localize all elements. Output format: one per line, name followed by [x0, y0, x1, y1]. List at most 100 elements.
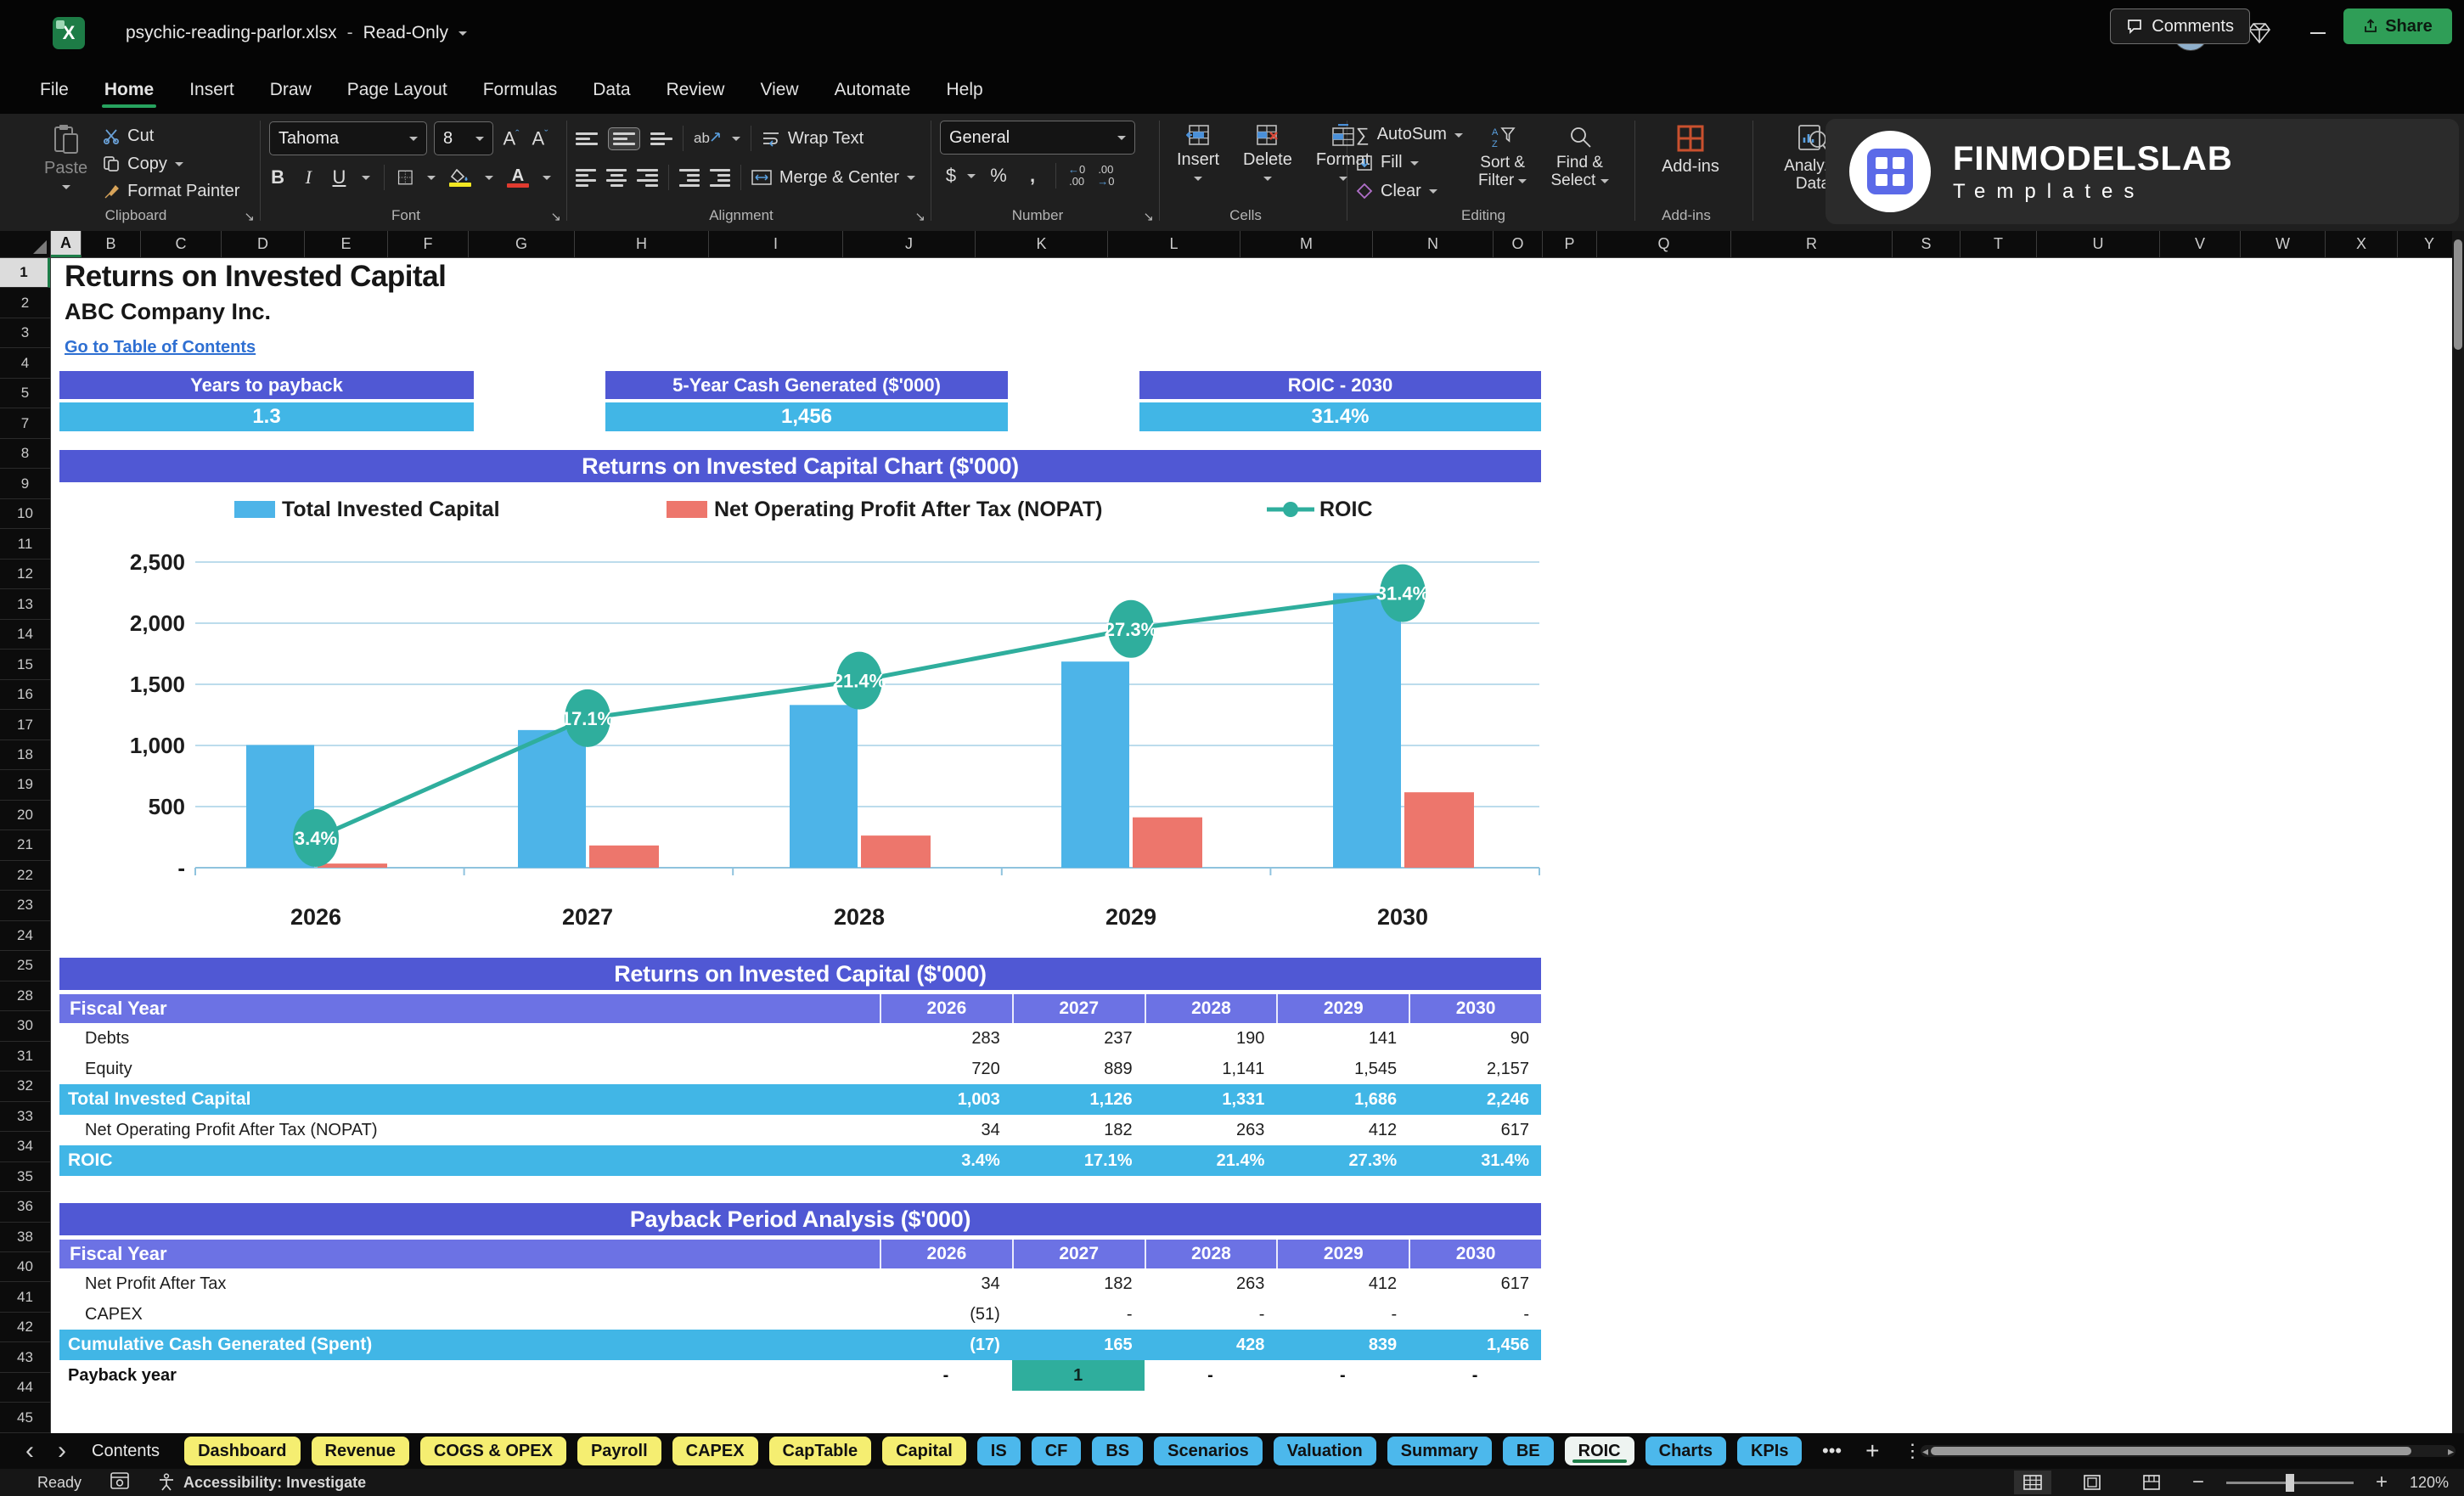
clear-button[interactable]: Clear	[1356, 179, 1463, 204]
cell[interactable]: -	[1012, 1299, 1145, 1330]
decrease-font-icon[interactable]: Aˇ	[529, 127, 551, 149]
zoom-level[interactable]: 120%	[2410, 1474, 2449, 1492]
cell[interactable]: 31.4%	[1409, 1145, 1541, 1176]
ribbon-tab-page-layout[interactable]: Page Layout	[329, 66, 465, 114]
row-header-44[interactable]: 44	[0, 1373, 50, 1403]
autosum-button[interactable]: ∑ AutoSum	[1356, 122, 1463, 147]
row-header-38[interactable]: 38	[0, 1223, 50, 1252]
cell[interactable]: 889	[1012, 1054, 1145, 1084]
table-row[interactable]: Payback year -1- - -	[59, 1360, 1541, 1391]
more-tabs-icon[interactable]: •••	[1822, 1440, 1842, 1462]
sheet-tab-kpis[interactable]: KPIs	[1736, 1437, 1803, 1465]
align-left-icon[interactable]	[576, 168, 597, 187]
scroll-right-arrow[interactable]: ▸	[2448, 1445, 2454, 1457]
cell[interactable]: 1,331	[1145, 1084, 1277, 1115]
sheet-tab-summary[interactable]: Summary	[1387, 1437, 1492, 1465]
addins-button[interactable]: Add-ins	[1653, 121, 1728, 204]
sheet-tab-cf[interactable]: CF	[1031, 1437, 1082, 1465]
font-name-select[interactable]: Tahoma	[269, 121, 427, 155]
merge-center-button[interactable]: Merge & Center	[751, 165, 915, 190]
cell[interactable]: 182	[1012, 1268, 1145, 1299]
column-header-f[interactable]: F	[388, 231, 469, 257]
accounting-format-icon[interactable]: $	[940, 165, 962, 187]
column-header-g[interactable]: G	[469, 231, 575, 257]
format-painter-button[interactable]: Format Painter	[103, 179, 239, 204]
ribbon-tab-home[interactable]: Home	[87, 66, 172, 114]
row-header-19[interactable]: 19	[0, 770, 50, 801]
cell[interactable]: 1	[1011, 1360, 1145, 1391]
cell[interactable]: 412	[1276, 1115, 1409, 1145]
align-right-icon[interactable]	[637, 168, 658, 187]
cell[interactable]: 428	[1145, 1330, 1277, 1360]
column-header-j[interactable]: J	[843, 231, 976, 257]
column-header-m[interactable]: M	[1240, 231, 1373, 257]
cell[interactable]: 34	[880, 1115, 1012, 1145]
row-header-12[interactable]: 12	[0, 560, 50, 590]
ribbon-tab-formulas[interactable]: Formulas	[465, 66, 576, 114]
column-header-n[interactable]: N	[1373, 231, 1494, 257]
row-header-31[interactable]: 31	[0, 1042, 50, 1072]
paste-button[interactable]: Paste	[36, 121, 96, 204]
sheet-tab-bs[interactable]: BS	[1092, 1437, 1144, 1465]
cell[interactable]: 1,141	[1145, 1054, 1277, 1084]
cell[interactable]: 263	[1145, 1268, 1277, 1299]
increase-decimal-icon[interactable]: ←0.00	[1068, 164, 1085, 188]
column-header-c[interactable]: C	[141, 231, 222, 257]
table-row[interactable]: Cumulative Cash Generated (Spent) (17) 165…	[59, 1330, 1541, 1360]
table-row[interactable]: Total Invested Capital 1,003 1,126 1,331 1,6…	[59, 1084, 1541, 1115]
ribbon-tab-data[interactable]: Data	[575, 66, 648, 114]
sheet-tab-revenue[interactable]: Revenue	[311, 1437, 409, 1465]
fill-color-button[interactable]	[448, 168, 471, 187]
sheet-tab-dashboard[interactable]: Dashboard	[184, 1437, 301, 1465]
row-header-16[interactable]: 16	[0, 680, 50, 711]
row-header-42[interactable]: 42	[0, 1313, 50, 1343]
column-header-o[interactable]: O	[1494, 231, 1543, 257]
cell[interactable]: 141	[1276, 1023, 1409, 1054]
cell[interactable]: 190	[1145, 1023, 1277, 1054]
decrease-decimal-icon[interactable]: .00 →0	[1097, 164, 1114, 188]
font-size-select[interactable]: 8	[434, 121, 493, 155]
cell[interactable]: 617	[1409, 1115, 1541, 1145]
cell[interactable]: (17)	[880, 1330, 1012, 1360]
align-top-icon[interactable]	[576, 132, 598, 145]
row-header-40[interactable]: 40	[0, 1252, 50, 1283]
ribbon-tab-view[interactable]: View	[742, 66, 816, 114]
row-header-1[interactable]: 1	[0, 258, 50, 289]
row-header-9[interactable]: 9	[0, 469, 50, 499]
scroll-left-arrow[interactable]: ◂	[1922, 1445, 1928, 1457]
cell[interactable]: 165	[1012, 1330, 1145, 1360]
cell[interactable]: 263	[1145, 1115, 1277, 1145]
column-header-w[interactable]: W	[2241, 231, 2326, 257]
sheet-tab-charts[interactable]: Charts	[1645, 1437, 1726, 1465]
kpi-card-cash-generated[interactable]: 5-Year Cash Generated ($'000) 1,456	[605, 371, 1008, 431]
italic-button[interactable]: I	[300, 166, 317, 188]
underline-button[interactable]: U	[330, 166, 347, 188]
cell[interactable]: 720	[880, 1054, 1012, 1084]
column-header-u[interactable]: U	[2037, 231, 2160, 257]
cell[interactable]: 839	[1276, 1330, 1409, 1360]
sheet-tab-capital[interactable]: Capital	[882, 1437, 966, 1465]
cell[interactable]: 237	[1012, 1023, 1145, 1054]
accessibility-status[interactable]: Accessibility: Investigate	[158, 1473, 366, 1492]
row-header-30[interactable]: 30	[0, 1011, 50, 1042]
sheet-tab-payroll[interactable]: Payroll	[577, 1437, 661, 1465]
cell[interactable]: -	[1145, 1360, 1277, 1391]
row-header-10[interactable]: 10	[0, 499, 50, 530]
kpi-card-payback[interactable]: Years to payback 1.3	[59, 371, 474, 431]
comments-button[interactable]: Comments	[2110, 8, 2250, 44]
row-header-24[interactable]: 24	[0, 921, 50, 952]
sheet-tab-be[interactable]: BE	[1502, 1437, 1554, 1465]
column-header-h[interactable]: H	[575, 231, 709, 257]
table-row[interactable]: Equity 720 889 1,141 1,545 2,157	[59, 1054, 1541, 1084]
page-break-view-button[interactable]	[2133, 1471, 2170, 1494]
cell[interactable]: -	[1145, 1299, 1277, 1330]
cell[interactable]: 21.4%	[1145, 1145, 1277, 1176]
ribbon-tab-help[interactable]: Help	[928, 66, 1000, 114]
font-dialog-launcher[interactable]: ↘	[550, 209, 561, 224]
normal-view-button[interactable]	[2013, 1471, 2051, 1494]
sheet-tab-roic[interactable]: ROIC	[1564, 1437, 1634, 1465]
row-header-32[interactable]: 32	[0, 1071, 50, 1102]
cell[interactable]: -	[1409, 1299, 1541, 1330]
row-header-18[interactable]: 18	[0, 740, 50, 771]
cell[interactable]: -	[880, 1360, 1012, 1391]
